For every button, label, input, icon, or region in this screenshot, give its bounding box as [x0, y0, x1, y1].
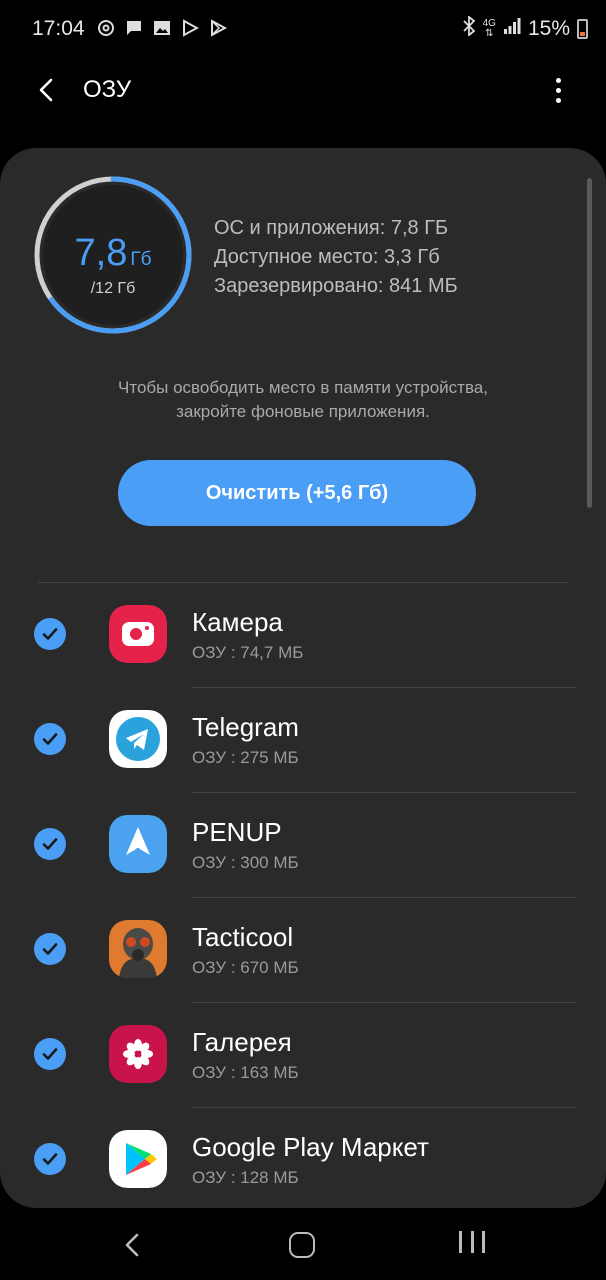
status-right: 4G ⇅ 15%: [462, 15, 588, 41]
nav-recents-button[interactable]: [459, 1231, 485, 1257]
ram-total: /12 Гб: [90, 280, 136, 297]
checkbox[interactable]: [34, 933, 66, 965]
checkmark-icon: [42, 838, 58, 850]
play-icon: [180, 18, 200, 38]
data-arrows-icon: ⇅: [485, 27, 494, 39]
list-item[interactable]: Камера ОЗУ : 74,7 МБ: [0, 583, 606, 688]
threads-icon: [96, 18, 116, 38]
google-play-icon: [109, 1130, 167, 1188]
checkmark-icon: [42, 733, 58, 745]
nav-back-icon: [125, 1233, 139, 1257]
battery-icon: [577, 18, 588, 39]
list-item[interactable]: Google Play Маркет ОЗУ : 128 МБ: [0, 1108, 606, 1208]
app-bar: ОЗУ: [0, 60, 606, 120]
app-ram: ОЗУ : 128 МБ: [192, 1168, 299, 1187]
app-name: Tacticool: [192, 922, 294, 952]
network-type: 4G ⇅: [482, 17, 496, 39]
checkbox[interactable]: [34, 1038, 66, 1070]
status-time: 17:04: [32, 17, 85, 40]
checkmark-icon: [42, 1048, 58, 1060]
app-name: Галерея: [192, 1027, 292, 1057]
nav-back-button[interactable]: [118, 1230, 148, 1260]
message-icon: [124, 18, 144, 38]
scrollbar[interactable]: [587, 178, 592, 508]
play-store-icon: [208, 18, 228, 38]
ram-stats: ОС и приложения: 7,8 ГБ Доступное место:…: [214, 214, 458, 301]
recents-bar-icon: [459, 1231, 462, 1253]
more-options-button[interactable]: [546, 72, 570, 108]
list-item[interactable]: Tacticool ОЗУ : 670 МБ: [0, 898, 606, 1003]
telegram-icon: [109, 710, 167, 768]
hint-line: закройте фоновые приложения.: [176, 402, 430, 421]
page-title: ОЗУ: [83, 76, 132, 103]
app-ram: ОЗУ : 163 МБ: [192, 1063, 299, 1082]
more-dot-icon: [555, 97, 561, 103]
battery-percent: 15%: [527, 16, 570, 40]
hint-text: Чтобы освободить место в памяти устройст…: [40, 376, 566, 424]
tacticool-icon: [109, 920, 167, 978]
bluetooth-icon: [462, 15, 476, 41]
app-name: Google Play Маркет: [192, 1132, 429, 1162]
ram-stat-reserved: Зарезервировано: 841 МБ: [214, 275, 458, 297]
ram-used: 7,8 Гб: [32, 232, 194, 275]
checkbox[interactable]: [34, 723, 66, 755]
checkbox[interactable]: [34, 828, 66, 860]
checkmark-icon: [42, 943, 58, 955]
app-ram: ОЗУ : 670 МБ: [192, 958, 299, 977]
ram-used-value: 7,8: [74, 232, 128, 274]
ram-stat-os-apps: ОС и приложения: 7,8 ГБ: [214, 217, 449, 239]
gallery-app-icon: [109, 1025, 167, 1083]
list-item[interactable]: Telegram ОЗУ : 275 МБ: [0, 688, 606, 793]
ram-usage-ring: 7,8 Гб /12 Гб: [32, 174, 194, 336]
more-dot-icon: [555, 77, 561, 83]
signal-icon: [503, 17, 521, 40]
checkmark-icon: [42, 1153, 58, 1165]
back-button[interactable]: [28, 72, 64, 108]
gallery-icon: [152, 18, 172, 38]
recents-bar-icon: [482, 1231, 485, 1253]
hint-line: Чтобы освободить место в памяти устройст…: [118, 378, 488, 397]
checkmark-icon: [42, 628, 58, 640]
list-item[interactable]: PENUP ОЗУ : 300 МБ: [0, 793, 606, 898]
list-item[interactable]: Галерея ОЗУ : 163 МБ: [0, 1003, 606, 1108]
nav-home-button[interactable]: [289, 1232, 315, 1258]
navigation-bar: [0, 1208, 606, 1280]
status-bar: 17:04 4G ⇅ 15%: [0, 0, 606, 60]
clear-button[interactable]: Очистить (+5,6 Гб): [118, 460, 476, 526]
arrow-left-icon: [39, 78, 53, 102]
app-ram: ОЗУ : 300 МБ: [192, 853, 299, 872]
recents-bar-icon: [470, 1231, 474, 1253]
app-ram: ОЗУ : 74,7 МБ: [192, 643, 304, 662]
checkbox[interactable]: [34, 618, 66, 650]
app-name: Камера: [192, 607, 283, 637]
ram-card[interactable]: 7,8 Гб /12 Гб ОС и приложения: 7,8 ГБ Дос…: [0, 148, 606, 1208]
checkbox[interactable]: [34, 1143, 66, 1175]
app-ram: ОЗУ : 275 МБ: [192, 748, 299, 767]
ram-stat-available: Доступное место: 3,3 Гб: [214, 246, 440, 268]
app-name: PENUP: [192, 817, 282, 847]
ram-used-unit: Гб: [130, 249, 152, 270]
notification-icons: [96, 18, 228, 38]
camera-icon: [109, 605, 167, 663]
network-label: 4G: [482, 17, 496, 29]
app-name: Telegram: [192, 712, 299, 742]
penup-icon: [109, 815, 167, 873]
more-dot-icon: [555, 87, 561, 93]
